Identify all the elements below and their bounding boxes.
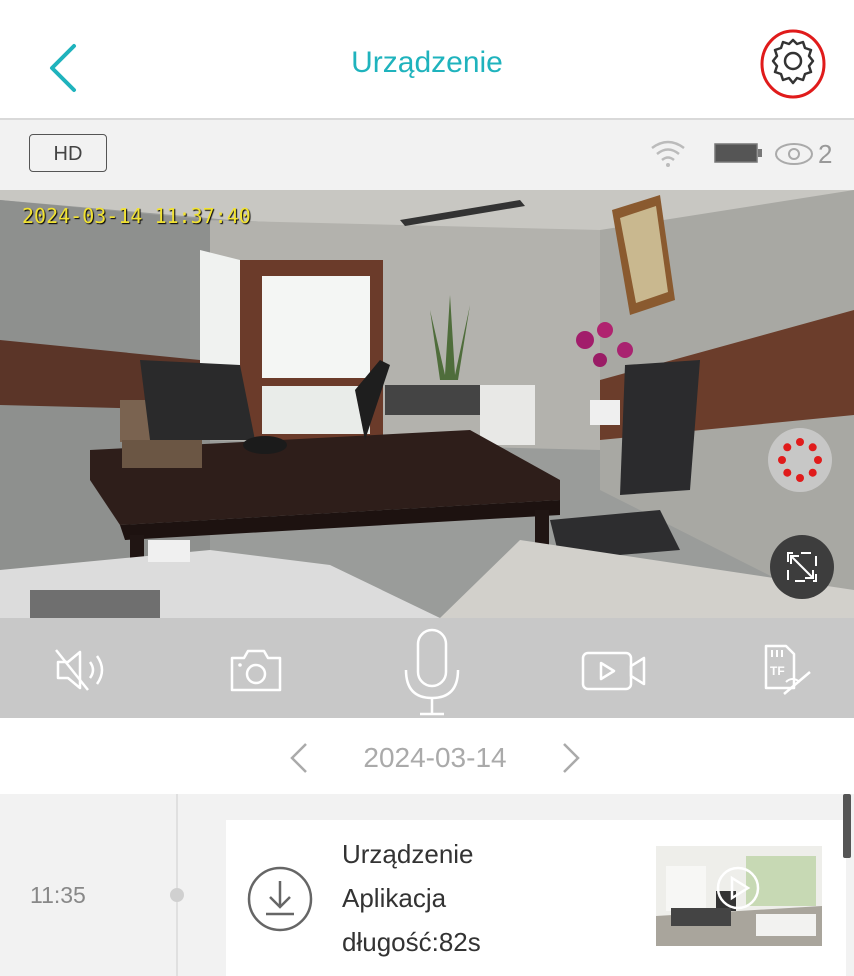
fullscreen-button[interactable]: [770, 535, 834, 599]
scrollbar[interactable]: [843, 794, 851, 858]
recording-timeline: 11:35 Urządzenie Aplikacja długość:82s: [0, 794, 854, 976]
download-icon[interactable]: [246, 865, 314, 933]
svg-text:TF: TF: [770, 664, 785, 678]
camera-icon[interactable]: [228, 646, 284, 694]
eye-icon: [775, 143, 813, 165]
control-toolbar: TF: [0, 618, 854, 718]
video-timestamp: 2024-03-14 11:37:40: [22, 204, 251, 228]
entry-time: 11:35: [30, 882, 86, 908]
chevron-right-icon[interactable]: [558, 740, 586, 776]
recording-type: Aplikacja: [342, 883, 447, 913]
recording-card[interactable]: Urządzenie Aplikacja długość:82s: [226, 820, 846, 976]
record-indicator-button[interactable]: [768, 428, 832, 492]
recording-source: Urządzenie: [342, 839, 474, 869]
viewer-count: 2: [818, 139, 833, 169]
recording-duration: długość:82s: [342, 927, 481, 957]
thumbnail-image: [656, 846, 822, 946]
tf-card-icon[interactable]: TF: [758, 642, 814, 698]
timeline-dot: [170, 888, 184, 902]
app-header: Urządzenie: [0, 0, 854, 120]
recording-thumbnail[interactable]: [656, 846, 822, 946]
page-title: Urządzenie: [351, 46, 503, 79]
recording-info: Urządzenie Aplikacja długość:82s: [342, 832, 481, 964]
battery-icon: [714, 143, 762, 163]
settings-button[interactable]: [760, 28, 826, 100]
speaker-muted-icon[interactable]: [52, 646, 116, 694]
current-date: 2024-03-14: [363, 742, 507, 773]
video-record-icon[interactable]: [580, 650, 648, 692]
microphone-icon[interactable]: [400, 626, 464, 720]
recording-spinner-icon: [778, 438, 822, 482]
camera-feed-image: [0, 190, 854, 618]
quality-button[interactable]: HD: [29, 134, 107, 172]
chevron-left-icon[interactable]: [284, 740, 312, 776]
date-navigator: 2024-03-14: [0, 718, 854, 794]
wifi-icon: [651, 140, 685, 167]
timeline-line: [176, 794, 178, 976]
fullscreen-icon: [787, 552, 817, 582]
viewer-counter: 2: [772, 138, 844, 170]
gear-icon: [760, 29, 826, 99]
live-video[interactable]: 2024-03-14 11:37:40: [0, 190, 854, 618]
status-bar: HD 2: [0, 120, 854, 190]
